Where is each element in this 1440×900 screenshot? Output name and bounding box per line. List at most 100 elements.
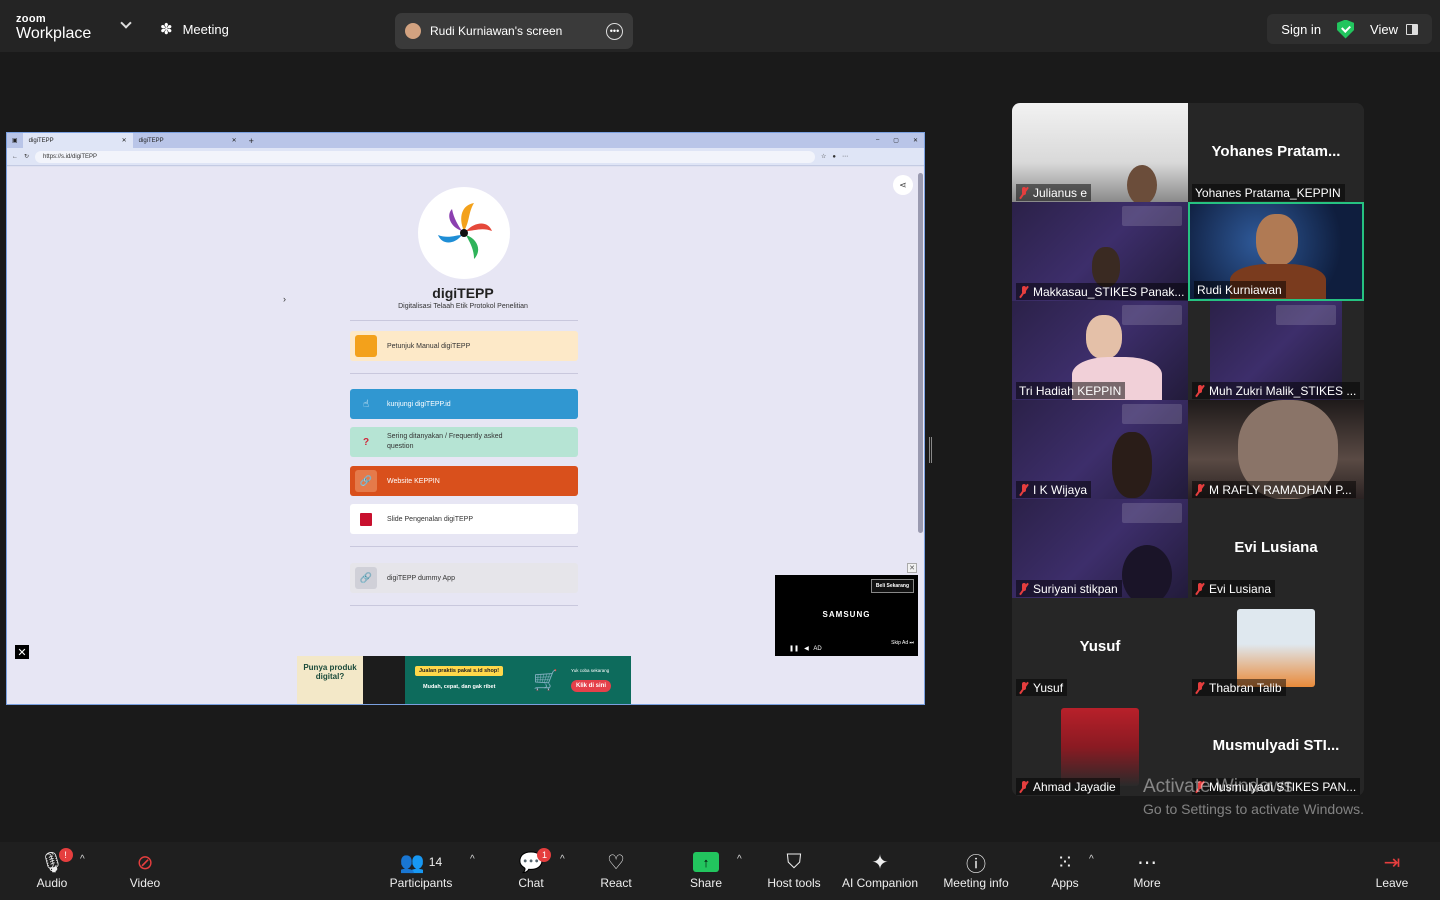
- link-faq-button[interactable]: ? Sering ditanyakan / Frequently asked q…: [350, 427, 578, 457]
- maximize-icon[interactable]: ▢: [893, 137, 899, 144]
- participant-head: [1122, 545, 1172, 598]
- mic-muted-icon: [1195, 583, 1205, 595]
- leave-label: Leave: [1375, 876, 1409, 890]
- video-ad-close-icon[interactable]: ✕: [907, 563, 917, 573]
- video-button[interactable]: ⊘ Video: [124, 848, 166, 896]
- participant-tile-ik-wijaya[interactable]: I K Wijaya: [1012, 400, 1188, 499]
- leave-door-icon: ⇥: [1383, 851, 1401, 874]
- buy-now-button[interactable]: Beli Sekarang: [870, 579, 914, 593]
- page-title: digiTEPP: [432, 285, 494, 301]
- chat-button[interactable]: 💬 1 Chat: [513, 848, 552, 896]
- participant-tile-thabran[interactable]: Thabran Talib: [1188, 598, 1364, 697]
- sign-in-button[interactable]: Sign in: [1281, 22, 1321, 37]
- video-label: Video: [129, 876, 161, 890]
- ai-companion-label: AI Companion: [841, 876, 919, 890]
- chat-options-chevron-icon[interactable]: ^: [560, 854, 565, 865]
- close-icon[interactable]: ✕: [913, 137, 918, 144]
- participant-tile-julianus[interactable]: Julianus e: [1012, 103, 1188, 202]
- keppin-logo-icon: [1276, 305, 1336, 325]
- more-button[interactable]: ⋯ More: [1128, 848, 1166, 896]
- divider-handle[interactable]: [929, 437, 932, 463]
- shared-screen-content[interactable]: ▣ digiTEPP ✕ digiTEPP ✕ + – ▢ ✕ ← ↻ http…: [6, 132, 925, 705]
- ad-banner[interactable]: Punya produk digital? Jualan praktis pak…: [297, 656, 631, 704]
- link-slide-button[interactable]: Slide Pengenalan digiTEPP: [350, 504, 578, 534]
- participant-name: Makkasau_STIKES Panak...: [1033, 285, 1185, 299]
- participant-name: I K Wijaya: [1033, 483, 1088, 497]
- participant-big-name: Yohanes Pratam...: [1211, 143, 1341, 160]
- participant-tile-suriyani[interactable]: Suriyani stikpan: [1012, 499, 1188, 598]
- participant-tile-evi-lusiana[interactable]: Evi Lusiana Evi Lusiana: [1188, 499, 1364, 598]
- link-icon: 🔗: [355, 470, 377, 492]
- participant-tile-yusuf[interactable]: Yusuf Yusuf: [1012, 598, 1188, 697]
- browser-menu-icon[interactable]: ⋯: [842, 153, 848, 160]
- participant-tile-yohanes[interactable]: Yohanes Pratam... Yohanes Pratama_KEPPIN: [1188, 103, 1364, 202]
- view-button[interactable]: View: [1370, 22, 1418, 37]
- profile-icon[interactable]: ●: [832, 154, 836, 160]
- participant-tile-makkasau[interactable]: Makkasau_STIKES Panak...: [1012, 202, 1188, 301]
- participant-name: Ahmad Jayadie: [1033, 780, 1116, 794]
- participant-tile-rudi-active-speaker[interactable]: Rudi Kurniawan: [1188, 202, 1364, 301]
- participant-gallery: Julianus e Yohanes Pratam... Yohanes Pra…: [1012, 103, 1364, 796]
- link-visit-button[interactable]: ☝ kunjungi digiTEPP.id: [350, 389, 578, 419]
- meeting-info-button[interactable]: ⓘ Meeting info: [940, 848, 1012, 896]
- meeting-info-label: Meeting info: [943, 876, 1009, 890]
- participant-tile-m-rafly[interactable]: M RAFLY RAMADHAN P...: [1188, 400, 1364, 499]
- apps-options-chevron-icon[interactable]: ^: [1089, 854, 1094, 865]
- new-tab-icon[interactable]: +: [243, 136, 260, 146]
- url-field[interactable]: https://s.id/digiTEPP: [35, 150, 816, 163]
- participant-tile-tri-hadiah[interactable]: Tri Hadiah KEPPIN: [1012, 301, 1188, 400]
- participant-tile-muh-zukri[interactable]: Muh Zukri Malik_STIKES ...: [1188, 301, 1364, 400]
- browser-tab-2[interactable]: digiTEPP ✕: [133, 133, 243, 148]
- divider: [350, 546, 578, 547]
- volume-icon[interactable]: ◀: [804, 646, 809, 652]
- apps-icon: ⁙: [1056, 851, 1074, 874]
- chat-icon: 💬 1: [519, 848, 552, 876]
- tab-close-icon[interactable]: ✕: [122, 137, 127, 144]
- link-dummy-button[interactable]: 🔗 digiTEPP dummy App: [350, 563, 578, 593]
- participants-options-chevron-icon[interactable]: ^: [470, 854, 475, 865]
- window-controls: – ▢ ✕: [876, 137, 924, 144]
- video-ad[interactable]: Beli Sekarang SAMSUNG ❚❚ ◀ AD Skip Ad ⏭: [775, 575, 918, 656]
- meeting-menu-button[interactable]: ✽ Meeting: [160, 20, 229, 38]
- more-options-icon[interactable]: •••: [606, 22, 623, 40]
- reload-icon[interactable]: ↻: [24, 153, 29, 160]
- divider: [350, 320, 578, 321]
- participants-button[interactable]: 👥 14 Participants: [386, 848, 456, 896]
- security-shield-icon[interactable]: [1337, 19, 1355, 39]
- participant-name: Tri Hadiah KEPPIN: [1019, 384, 1122, 398]
- browser-tab-1[interactable]: digiTEPP ✕: [22, 133, 133, 148]
- watermark-line1: Activate Windows: [1143, 776, 1293, 797]
- page-scrollbar[interactable]: [918, 173, 923, 533]
- leave-button[interactable]: ⇥ Leave: [1374, 848, 1410, 896]
- back-icon[interactable]: ←: [12, 154, 18, 160]
- banner-cta-button[interactable]: Klik di sini: [571, 680, 612, 692]
- heart-icon: ♡: [607, 851, 625, 874]
- tab-close-icon[interactable]: ✕: [232, 137, 237, 144]
- pause-icon[interactable]: ❚❚: [789, 646, 799, 652]
- host-tools-button[interactable]: ⛉ Host tools: [764, 848, 824, 896]
- favorites-icon[interactable]: ☆: [821, 153, 826, 160]
- minimize-icon[interactable]: –: [876, 137, 879, 144]
- browser-sidebar-icon[interactable]: ▣: [7, 137, 23, 144]
- ad-close-icon[interactable]: ✕: [15, 645, 29, 659]
- skip-ad-button[interactable]: Skip Ad ⏭: [891, 640, 914, 646]
- audio-button[interactable]: 🎙! Audio: [34, 848, 73, 896]
- share-icon[interactable]: ⋖: [893, 175, 913, 195]
- share-options-chevron-icon[interactable]: ^: [737, 854, 742, 865]
- apps-button[interactable]: ⁙ Apps: [1047, 848, 1083, 896]
- link-visit-label: kunjungi digiTEPP.id: [387, 400, 451, 408]
- share-button[interactable]: ↑ Share: [686, 848, 726, 896]
- participant-big-name: Yusuf: [1079, 638, 1121, 655]
- audio-options-chevron-icon[interactable]: ^: [80, 854, 85, 865]
- chevron-down-icon[interactable]: [120, 17, 132, 29]
- react-button[interactable]: ♡ React: [596, 848, 636, 896]
- ai-companion-button[interactable]: ✦ AI Companion: [840, 848, 920, 896]
- meeting-controls-toolbar: 🎙! Audio ^ ⊘ Video 👥 14 Participants ^ 💬 1…: [0, 842, 1440, 900]
- participants-count: 14: [428, 855, 443, 869]
- link-keppin-button[interactable]: 🔗 Website KEPPIN: [350, 466, 578, 496]
- link-manual-button[interactable]: Petunjuk Manual digiTEPP: [350, 331, 578, 361]
- divider: [350, 605, 578, 606]
- participant-name-label: Evi Lusiana: [1192, 580, 1276, 597]
- shared-screen-indicator[interactable]: Rudi Kurniawan's screen •••: [395, 13, 633, 49]
- zoom-workplace-logo[interactable]: zoom Workplace: [16, 14, 91, 42]
